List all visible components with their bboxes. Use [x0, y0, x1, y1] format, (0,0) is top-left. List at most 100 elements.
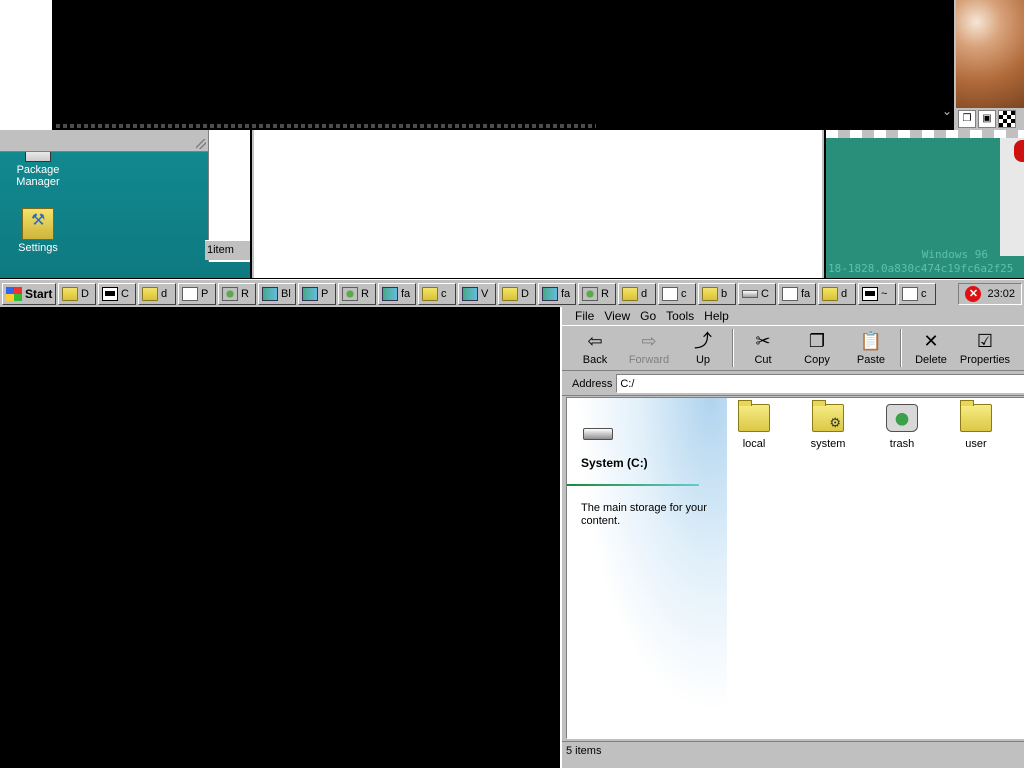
folder-icon [960, 400, 992, 432]
address-input[interactable] [616, 374, 1024, 393]
taskbar-task-label: R [361, 287, 369, 300]
properties-button[interactable]: ☑ Properties [958, 327, 1012, 369]
menu-tools[interactable]: Tools [661, 309, 699, 323]
pkg-icon [462, 286, 478, 301]
taskbar-task-label: R [241, 287, 249, 300]
taskbar-task-button[interactable]: D [58, 282, 96, 305]
clipboard-icon: 📋 [859, 330, 883, 351]
folder-icon [502, 286, 518, 301]
taskbar-task-button[interactable]: P [178, 282, 216, 305]
up-label: Up [695, 353, 711, 366]
folder-icon [62, 286, 78, 301]
taskbar-task-button[interactable]: d [138, 282, 176, 305]
cut-label: Cut [754, 353, 772, 366]
error-notification-icon[interactable]: ✕ [965, 285, 982, 302]
delete-button[interactable]: ✕ Delete [904, 327, 958, 369]
menu-go[interactable]: Go [635, 309, 661, 323]
forward-button[interactable]: ⇨ Forward [622, 327, 676, 369]
file-item-system[interactable]: system [798, 400, 858, 450]
file-item-label: system [810, 438, 846, 450]
taskbar-task-button[interactable]: ~ [858, 282, 896, 305]
copy-button[interactable]: ❐ Copy [790, 327, 844, 369]
term-icon [862, 286, 878, 301]
menu-bar: File View Go Tools Help [562, 307, 1024, 325]
pkg-icon [382, 286, 398, 301]
taskbar-task-button[interactable]: d [818, 282, 856, 305]
system-tray: ✕ 23:02 [958, 282, 1022, 305]
taskbar-task-label: ~ [881, 287, 888, 300]
taskbar-task-label: P [201, 287, 209, 300]
background-window-left [0, 0, 52, 130]
address-bar: Address [562, 372, 1024, 396]
toolbar-separator [732, 329, 734, 367]
file-item-label: trash [889, 438, 915, 450]
transparency-icon[interactable] [998, 110, 1016, 128]
folder-view[interactable]: System (C:) The main storage for your co… [566, 397, 1024, 739]
taskbar-task-button[interactable]: b [698, 282, 736, 305]
taskbar-task-button[interactable]: V [458, 282, 496, 305]
info-divider [567, 484, 699, 486]
photo-viewer-controls: ❐ ▣ [956, 108, 1024, 130]
settings-icon: ⚒ [22, 208, 54, 240]
file-explorer-window: File View Go Tools Help ⇦ Back ⇨ Forward… [560, 307, 1024, 768]
doc-icon [662, 286, 678, 301]
taskbar-task-button[interactable]: D [498, 282, 536, 305]
taskbar-task-button[interactable]: c [418, 282, 456, 305]
taskbar-task-button[interactable]: d [618, 282, 656, 305]
recycle-icon [342, 286, 358, 301]
taskbar-task-button[interactable]: R [218, 282, 256, 305]
drive-icon [742, 289, 758, 298]
properties-label: Properties [959, 353, 1011, 366]
taskbar-task-button[interactable]: fa [778, 282, 816, 305]
back-button[interactable]: ⇦ Back [568, 327, 622, 369]
build-watermark: 18-1828.0a830c474c19fc6a2f25 [828, 262, 1014, 275]
menu-file[interactable]: File [570, 309, 599, 323]
blank-window[interactable] [252, 130, 824, 278]
taskbar-task-label: fa [401, 287, 411, 300]
pkg-icon [262, 286, 278, 301]
taskbar-task-button[interactable]: R [338, 282, 376, 305]
toolbar: ⇦ Back ⇨ Forward ⤴ Up ✂ Cut ❐ Copy 📋 Pas… [562, 325, 1024, 371]
taskbar-task-label: D [521, 287, 529, 300]
folder-icon [422, 286, 438, 301]
taskbar-task-button[interactable]: P [298, 282, 336, 305]
doc-icon [182, 286, 198, 301]
file-item-label: user [965, 438, 987, 450]
paste-button[interactable]: 📋 Paste [844, 327, 898, 369]
taskbar-task-label: P [321, 287, 329, 300]
recycle-icon [222, 286, 238, 301]
cut-button[interactable]: ✂ Cut [736, 327, 790, 369]
file-item-user[interactable]: user [946, 400, 1006, 450]
clock[interactable]: 23:02 [987, 288, 1015, 300]
taskbar-task-button[interactable]: C [98, 282, 136, 305]
file-item-local[interactable]: local [724, 400, 784, 450]
toolbar-separator [900, 329, 902, 367]
file-item-label: local [742, 438, 766, 450]
taskbar-task-button[interactable]: c [898, 282, 936, 305]
desktop-icon-settings[interactable]: ⚒ Settings [0, 208, 76, 254]
terminal-window[interactable]: ⌄ [52, 0, 956, 130]
file-item-trash[interactable]: trash [872, 404, 932, 450]
up-button[interactable]: ⤴ Up [676, 327, 730, 369]
doc-icon [782, 286, 798, 301]
system-folder-icon [812, 400, 844, 432]
start-button[interactable]: Start [2, 282, 56, 305]
menu-view[interactable]: View [599, 309, 635, 323]
fullscreen-icon[interactable]: ▣ [978, 110, 996, 128]
taskbar-task-button[interactable]: fa [538, 282, 576, 305]
taskbar-task-button[interactable]: R [578, 282, 616, 305]
taskbar-task-button[interactable]: c [658, 282, 696, 305]
delete-label: Delete [915, 353, 947, 366]
taskbar-task-button[interactable]: Bl [258, 282, 296, 305]
taskbar-task-label: b [721, 287, 728, 300]
folder-icon [622, 286, 638, 301]
window-restore-icon[interactable]: ❐ [958, 110, 976, 128]
menu-help[interactable]: Help [699, 309, 734, 323]
chevron-down-icon[interactable]: ⌄ [942, 104, 952, 118]
window-title-strip [826, 130, 1024, 138]
os-watermark: Windows 96 [921, 248, 988, 261]
taskbar-task-button[interactable]: fa [378, 282, 416, 305]
taskbar-task-button[interactable]: C [738, 282, 776, 305]
start-logo-icon [6, 286, 22, 301]
hard-drive-icon [583, 428, 613, 440]
